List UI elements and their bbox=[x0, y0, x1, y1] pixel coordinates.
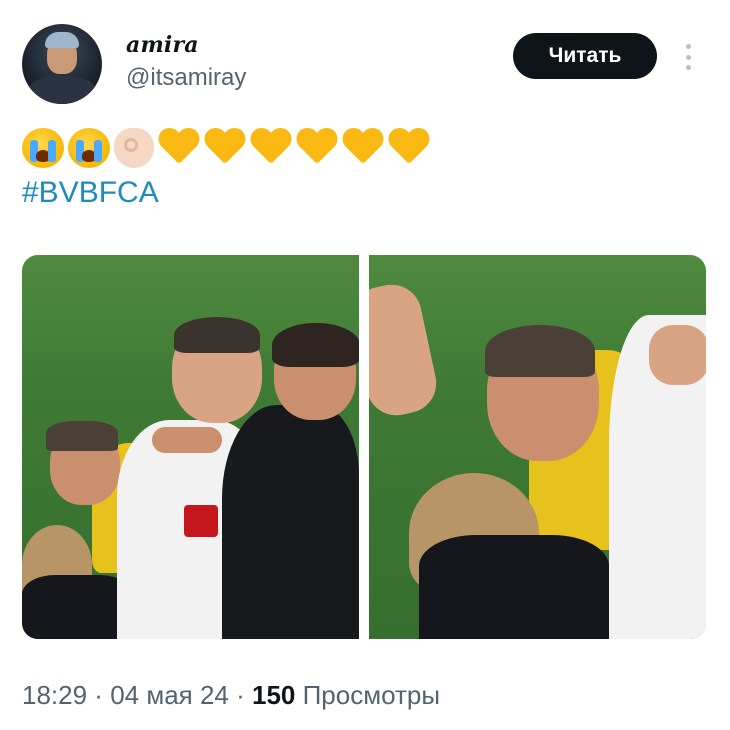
avatar[interactable] bbox=[22, 24, 102, 104]
meta-separator: · bbox=[228, 680, 252, 710]
yellow-heart-icon bbox=[158, 129, 200, 167]
photo-figure bbox=[184, 505, 218, 537]
tweet-meta: 18:29 · 04 мая 24 · 150 Просмотры bbox=[22, 680, 440, 711]
yellow-heart-icon bbox=[342, 129, 384, 167]
ok-hand-icon bbox=[114, 128, 154, 168]
photo-figure bbox=[46, 421, 118, 451]
more-dot bbox=[685, 54, 691, 60]
avatar-shirt bbox=[28, 76, 96, 104]
photo-figure bbox=[272, 323, 359, 367]
display-name[interactable]: amira bbox=[126, 32, 199, 58]
media-grid bbox=[22, 255, 706, 639]
more-dot bbox=[685, 65, 691, 70]
photo-figure bbox=[369, 279, 442, 421]
yellow-heart-icon bbox=[296, 129, 338, 167]
yellow-heart-icon bbox=[204, 129, 246, 167]
photo-figure bbox=[649, 325, 706, 385]
photo-figure bbox=[485, 325, 595, 377]
tweet-photo-2[interactable] bbox=[369, 255, 706, 639]
photo-figure bbox=[419, 535, 609, 639]
avatar-cap bbox=[45, 32, 79, 48]
loudly-crying-face-icon bbox=[22, 128, 64, 168]
user-handle[interactable]: @itsamiray bbox=[126, 64, 246, 92]
more-dot bbox=[685, 44, 691, 49]
photo-figure bbox=[174, 317, 260, 353]
loudly-crying-face-icon bbox=[68, 128, 110, 168]
views-label: Просмотры bbox=[295, 680, 441, 710]
meta-separator: · bbox=[87, 680, 111, 710]
emoji-row bbox=[22, 127, 430, 169]
tweet-date[interactable]: 04 мая 24 bbox=[110, 680, 229, 710]
tweet-photo-1[interactable] bbox=[22, 255, 359, 639]
hashtag-link[interactable]: #BVBFCA bbox=[22, 176, 159, 210]
photo-figure bbox=[152, 427, 222, 453]
yellow-heart-icon bbox=[250, 129, 292, 167]
tweet-time[interactable]: 18:29 bbox=[22, 680, 87, 710]
photo-figure bbox=[22, 575, 132, 639]
more-vertical-icon[interactable] bbox=[676, 40, 700, 74]
photo-figure bbox=[222, 405, 359, 639]
yellow-heart-icon bbox=[388, 129, 430, 167]
views-count: 150 bbox=[252, 680, 296, 710]
follow-button[interactable]: Читать bbox=[513, 33, 657, 79]
